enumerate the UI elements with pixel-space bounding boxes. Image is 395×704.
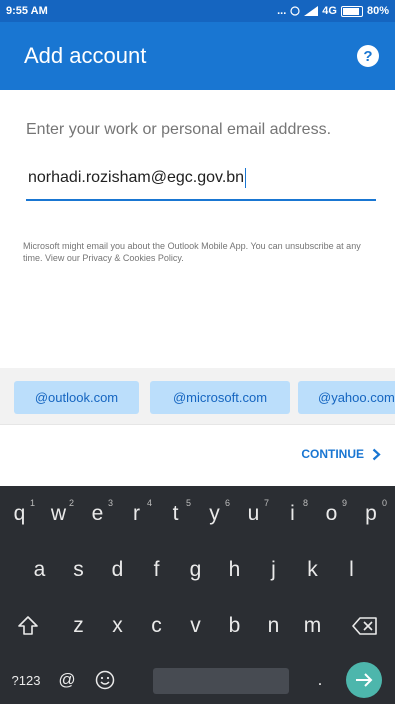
key-label: p (365, 502, 377, 525)
continue-button[interactable]: CONTINUE (301, 447, 381, 461)
key-label: y (209, 502, 220, 525)
key-r[interactable]: r4 (117, 492, 156, 536)
key-w[interactable]: w2 (39, 492, 78, 536)
keyboard-row-3: z x c v b n m (0, 604, 395, 648)
key-n[interactable]: n (254, 604, 293, 648)
enter-key[interactable] (346, 662, 382, 698)
key-z[interactable]: z (59, 604, 98, 648)
key-hint: 4 (146, 498, 152, 508)
status-bar: 9:55 AM ... 4G 80% (0, 0, 395, 22)
key-t[interactable]: t5 (156, 492, 195, 536)
key-hint: 8 (302, 498, 308, 508)
key-hint: 5 (185, 498, 191, 508)
symbols-key[interactable]: ?123 (6, 658, 46, 702)
key-hint: 6 (224, 498, 230, 508)
key-d[interactable]: d (98, 548, 137, 592)
key-h[interactable]: h (215, 548, 254, 592)
email-prompt: Enter your work or personal email addres… (26, 121, 332, 138)
arrow-right-icon (356, 673, 373, 687)
privacy-disclaimer[interactable]: Microsoft might email you about the Outl… (23, 240, 378, 264)
key-label: o (325, 502, 338, 525)
keyboard-row-2: a s d f g h j k l (0, 548, 395, 592)
key-a[interactable]: a (20, 548, 59, 592)
keyboard: q1 w2 e3 r4 t5 y6 u7 i8 o9 p0 a s d f g … (0, 486, 395, 704)
keyboard-row-4: ?123 @ . (0, 658, 395, 702)
battery-icon (340, 5, 363, 17)
battery-percent: 80% (366, 5, 389, 17)
key-l[interactable]: l (332, 548, 371, 592)
key-hint: 3 (107, 498, 113, 508)
page-title: Add account (24, 43, 147, 68)
key-j[interactable]: j (254, 548, 293, 592)
key-b[interactable]: b (215, 604, 254, 648)
key-o[interactable]: o9 (312, 492, 351, 536)
at-key[interactable]: @ (50, 658, 84, 702)
key-q[interactable]: q1 (0, 492, 39, 536)
key-v[interactable]: v (176, 604, 215, 648)
email-field[interactable]: norhadi.rozisham@egc.gov.bn (28, 168, 247, 188)
continue-label: CONTINUE (301, 447, 364, 461)
key-hint: 7 (263, 498, 269, 508)
signal-dots: ... (277, 5, 287, 17)
key-e[interactable]: e3 (78, 492, 117, 536)
key-label: e (91, 502, 104, 525)
key-x[interactable]: x (98, 604, 137, 648)
key-label: t (172, 502, 179, 525)
key-g[interactable]: g (176, 548, 215, 592)
key-hint: 9 (341, 498, 347, 508)
key-i[interactable]: i8 (273, 492, 312, 536)
key-label: i (290, 502, 295, 525)
keyboard-row-1: q1 w2 e3 r4 t5 y6 u7 i8 o9 p0 (0, 492, 395, 536)
key-label: w (50, 502, 67, 525)
key-u[interactable]: u7 (234, 492, 273, 536)
key-s[interactable]: s (59, 548, 98, 592)
key-hint: 0 (381, 498, 387, 508)
email-field-underline (26, 199, 376, 201)
shift-icon (18, 616, 38, 635)
chevron-right-icon (372, 448, 381, 460)
domain-suggestions: @outlook.com @microsoft.com @yahoo.com (0, 368, 395, 424)
text-cursor (245, 168, 247, 188)
backspace-key[interactable] (343, 604, 387, 648)
key-label: r (133, 502, 140, 525)
key-f[interactable]: f (137, 548, 176, 592)
signal-icon (304, 6, 319, 16)
key-p[interactable]: p0 (351, 492, 391, 536)
key-hint: 1 (29, 498, 35, 508)
email-value: norhadi.rozisham@egc.gov.bn (28, 169, 245, 187)
key-c[interactable]: c (137, 604, 176, 648)
app-bar: Add account ? (0, 22, 395, 90)
shift-key[interactable] (8, 604, 48, 648)
key-y[interactable]: y6 (195, 492, 234, 536)
space-key[interactable] (153, 668, 289, 694)
alarm-icon (290, 6, 300, 16)
emoji-key[interactable] (86, 658, 124, 702)
domain-chip-microsoft[interactable]: @microsoft.com (150, 381, 290, 414)
domain-chip-outlook[interactable]: @outlook.com (14, 381, 139, 414)
key-label: u (247, 502, 260, 525)
key-m[interactable]: m (293, 604, 332, 648)
domain-chip-yahoo[interactable]: @yahoo.com (298, 381, 395, 414)
key-k[interactable]: k (293, 548, 332, 592)
continue-bar: CONTINUE (0, 424, 395, 487)
status-time: 9:55 AM (6, 5, 48, 17)
network-label: 4G (322, 5, 337, 17)
key-hint: 2 (68, 498, 74, 508)
key-label: q (13, 502, 26, 525)
backspace-icon (352, 617, 377, 635)
period-key[interactable]: . (305, 658, 335, 702)
status-icons: ... 4G 80% (277, 5, 389, 17)
help-icon[interactable]: ? (357, 45, 379, 67)
emoji-icon (95, 670, 115, 690)
